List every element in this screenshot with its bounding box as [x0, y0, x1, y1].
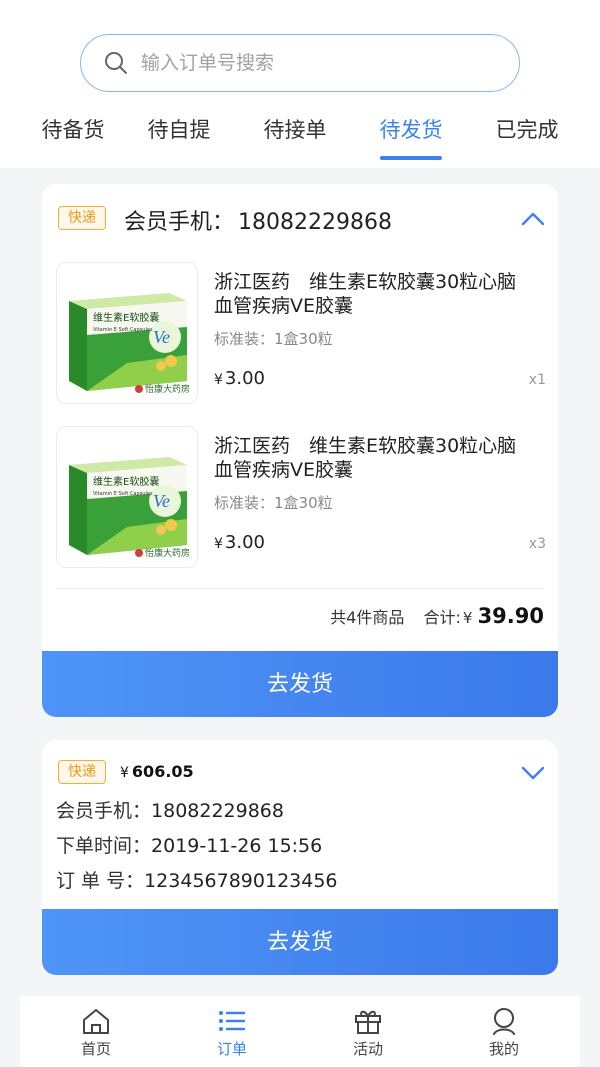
- tab-pending-ship[interactable]: 待发货: [356, 114, 466, 144]
- currency-symbol: ¥: [214, 536, 223, 552]
- product-image: Ve 维生素E软胶囊 Vitamin E Soft Capsules 怡康大药房: [56, 426, 198, 568]
- svg-text:Vitamin E Soft Capsules: Vitamin E Soft Capsules: [93, 327, 153, 333]
- nav-activity-label: 活动: [352, 1040, 383, 1058]
- total-label: 合计:: [423, 608, 461, 627]
- nav-mine[interactable]: 我的: [474, 1006, 534, 1059]
- tab-pending-accept[interactable]: 待接单: [240, 114, 350, 144]
- top-bar: 待备货 待自提 待接单 待发货 已完成: [0, 0, 600, 168]
- product-price: ¥3.00: [214, 368, 265, 389]
- currency-symbol: ¥: [120, 765, 129, 781]
- member-phone-label: 会员手机：: [56, 800, 152, 822]
- member-phone-label: 会员手机：: [124, 210, 235, 235]
- currency-symbol: ¥: [462, 609, 473, 627]
- order-amount: ¥606.05: [120, 762, 194, 781]
- order-card-expanded: 快递 会员手机： 18082229868 Ve 维生素E软胶囊 Vitamin E…: [42, 184, 558, 717]
- product-price: ¥3.00: [214, 532, 265, 553]
- total-amount: 39.90: [477, 604, 544, 628]
- nav-home-label: 首页: [80, 1040, 111, 1058]
- search-icon: [105, 52, 127, 74]
- svg-text:Ve: Ve: [153, 327, 170, 347]
- product-name: 浙江医药 维生素E软胶囊30粒心脑血管疾病VE胶囊: [214, 435, 517, 481]
- member-phone-value: 18082229868: [238, 210, 392, 235]
- product-image: Ve 维生素E软胶囊 Vitamin E Soft Capsules 怡康大药房: [56, 262, 198, 404]
- order-number-value: 1234567890123456: [144, 870, 338, 892]
- search-box[interactable]: [80, 34, 520, 92]
- divider: [56, 588, 544, 589]
- nav-mine-label: 我的: [488, 1040, 519, 1058]
- nav-orders[interactable]: 订单: [202, 1006, 262, 1059]
- gift-icon: [355, 1010, 381, 1034]
- order-number-label: 订 单 号：: [56, 870, 145, 892]
- nav-activity[interactable]: 活动: [338, 1006, 398, 1059]
- ship-button[interactable]: 去发货: [42, 651, 558, 717]
- order-time-row: 下单时间：2019-11-26 15:56: [56, 831, 322, 858]
- price-value: 3.00: [224, 368, 265, 389]
- svg-text:Ve: Ve: [153, 491, 170, 511]
- svg-text:维生素E软胶囊: 维生素E软胶囊: [93, 475, 159, 488]
- delivery-badge: 快递: [58, 206, 106, 230]
- tab-pending-stock[interactable]: 待备货: [18, 114, 128, 144]
- user-icon: [493, 1008, 515, 1035]
- chevron-down-icon[interactable]: [520, 764, 546, 782]
- tab-pending-pickup[interactable]: 待自提: [124, 114, 234, 144]
- delivery-badge: 快递: [58, 760, 106, 784]
- item-count: 共4件商品: [330, 608, 405, 627]
- svg-text:Vitamin E Soft Capsules: Vitamin E Soft Capsules: [93, 491, 153, 497]
- svg-text:怡康大药房: 怡康大药房: [145, 547, 190, 559]
- order-number-row: 订 单 号：1234567890123456: [56, 866, 338, 893]
- product-spec: 标准装：1盒30粒: [214, 330, 333, 348]
- bottom-navigation: 首页 订单 活动 我的: [20, 996, 580, 1067]
- order-summary: 共4件商品 合计: ¥ 39.90: [330, 604, 544, 628]
- amount-value: 606.05: [131, 762, 194, 781]
- member-phone-row: 会员手机：18082229868: [56, 796, 284, 823]
- product-quantity: x3: [528, 536, 546, 552]
- member-phone-value: 18082229868: [151, 800, 284, 822]
- product-spec: 标准装：1盒30粒: [214, 494, 333, 512]
- order-card-collapsed: 快递 ¥606.05 会员手机：18082229868 下单时间：2019-11…: [42, 740, 558, 975]
- order-item[interactable]: Ve 维生素E软胶囊 Vitamin E Soft Capsules 怡康大药房…: [56, 262, 546, 404]
- home-icon: [83, 1009, 109, 1034]
- product-quantity: x1: [528, 372, 546, 388]
- order-time-label: 下单时间：: [56, 835, 152, 857]
- svg-text:维生素E软胶囊: 维生素E软胶囊: [93, 311, 159, 324]
- price-value: 3.00: [224, 532, 265, 553]
- order-item[interactable]: Ve 维生素E软胶囊 Vitamin E Soft Capsules 怡康大药房…: [56, 426, 546, 568]
- order-time-value: 2019-11-26 15:56: [151, 835, 323, 857]
- nav-home[interactable]: 首页: [66, 1006, 126, 1059]
- svg-text:怡康大药房: 怡康大药房: [145, 383, 190, 395]
- list-icon: [219, 1011, 246, 1031]
- product-name: 浙江医药 维生素E软胶囊30粒心脑血管疾病VE胶囊: [214, 271, 517, 317]
- order-status-tabs: 待备货 待自提 待接单 待发货 已完成: [0, 100, 600, 166]
- chevron-up-icon[interactable]: [520, 210, 546, 228]
- active-tab-indicator: [380, 156, 442, 160]
- tab-completed[interactable]: 已完成: [472, 114, 582, 144]
- member-phone: 会员手机： 18082229868: [120, 204, 392, 236]
- ship-button[interactable]: 去发货: [42, 909, 558, 975]
- nav-orders-label: 订单: [216, 1040, 247, 1058]
- search-input[interactable]: [141, 52, 481, 74]
- currency-symbol: ¥: [214, 372, 223, 388]
